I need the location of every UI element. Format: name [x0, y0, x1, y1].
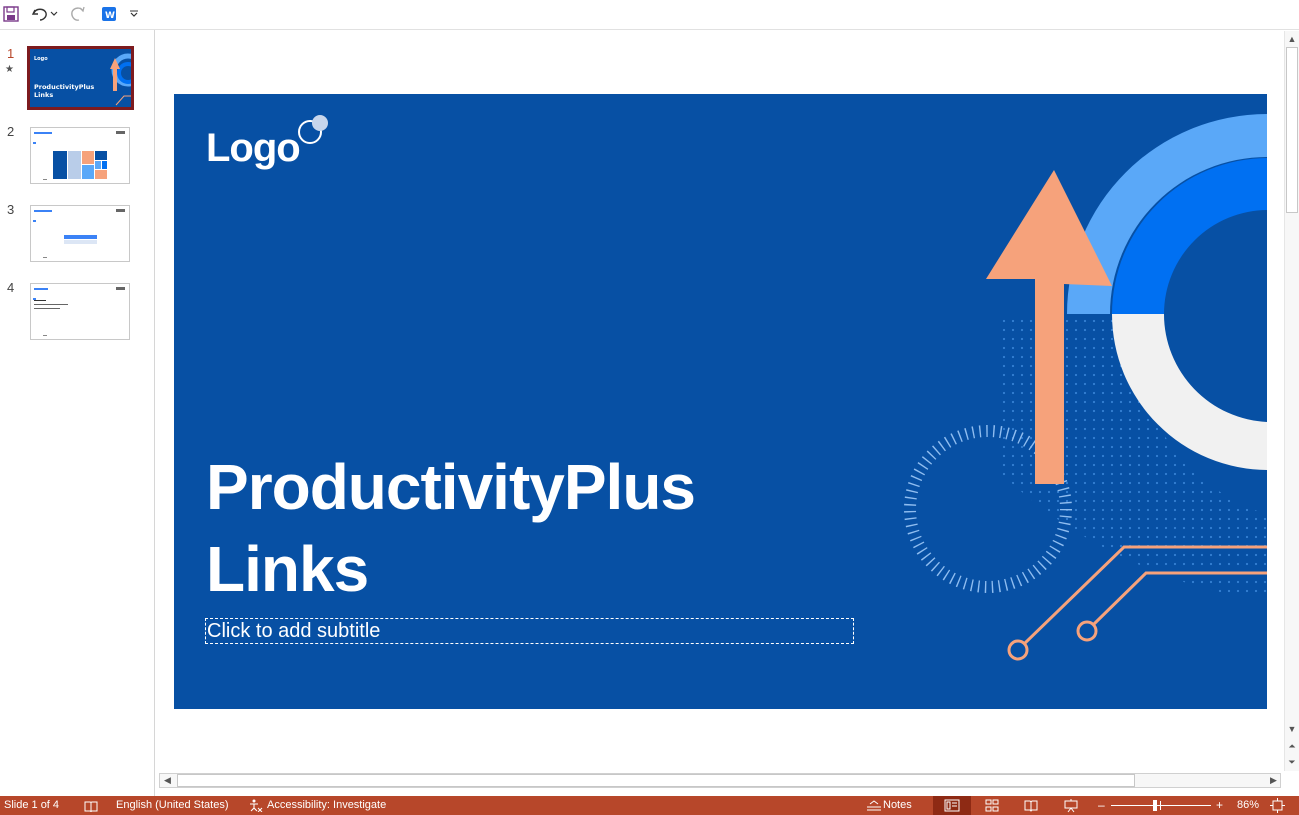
reading-view-icon [1024, 800, 1038, 812]
quick-access-toolbar: W [0, 0, 1299, 30]
spelling-book-icon[interactable] [84, 796, 98, 815]
slide-title[interactable]: ProductivityPlus Links [206, 446, 696, 610]
app-addin-icon[interactable]: W [99, 4, 119, 24]
thumbnail-slide-3[interactable] [30, 205, 130, 262]
scroll-left-icon[interactable]: ◀ [161, 774, 174, 787]
scroll-up-icon[interactable]: ▲ [1286, 33, 1298, 45]
slide-thumbnails-pane: 1 ★ Logo ProductivityPlus Links 2 3 4 [0, 30, 155, 796]
slideshow-view-button[interactable] [1052, 796, 1090, 815]
animation-star-icon: ★ [5, 64, 14, 75]
scroll-down-icon[interactable]: ▼ [1286, 723, 1298, 735]
thumbnail-slide-1[interactable]: Logo ProductivityPlus Links [27, 46, 134, 110]
slide-sorter-icon [985, 799, 999, 812]
zoom-slider[interactable] [1111, 796, 1211, 815]
circuit-node-1 [1007, 639, 1029, 661]
zoom-in-button[interactable]: + [1216, 796, 1223, 815]
svg-text:ProductivityPlus: ProductivityPlus [34, 83, 94, 91]
language-indicator[interactable]: English (United States) [116, 796, 229, 815]
svg-text:Links: Links [34, 91, 53, 99]
thumbnail-slide-2[interactable] [30, 127, 130, 184]
customize-dropdown-icon[interactable] [127, 4, 141, 24]
title-line-1: ProductivityPlus [206, 451, 696, 523]
notes-button[interactable]: Notes [883, 796, 912, 815]
undo-dropdown-icon[interactable] [48, 4, 60, 24]
svg-text:W: W [105, 11, 115, 21]
save-icon[interactable] [1, 4, 21, 24]
fit-slide-icon[interactable] [1270, 796, 1285, 815]
thumbnail-number: 2 [7, 124, 15, 139]
normal-view-icon [944, 799, 960, 812]
slideshow-icon [1064, 798, 1078, 812]
zoom-level[interactable]: 86% [1237, 796, 1259, 815]
slide-counter[interactable]: Slide 1 of 4 [4, 796, 59, 815]
thumbnail-number: 3 [7, 202, 15, 217]
title-line-2: Links [206, 533, 369, 605]
normal-view-button[interactable] [933, 796, 971, 815]
thumbnail-number: 1 [7, 46, 15, 61]
undo-icon[interactable] [30, 4, 50, 24]
thumbnail-slide-4[interactable] [30, 283, 130, 340]
thumbnail-number: 4 [7, 280, 15, 295]
zoom-out-button[interactable]: – [1098, 796, 1105, 815]
previous-slide-icon[interactable]: ⏶ [1286, 740, 1298, 752]
zoom-slider-thumb[interactable] [1153, 800, 1157, 811]
horizontal-scroll-thumb[interactable] [177, 774, 1135, 787]
next-slide-icon[interactable]: ⏷ [1286, 756, 1298, 768]
subtitle-placeholder[interactable]: Click to add subtitle [205, 618, 854, 644]
slide-sorter-view-button[interactable] [973, 796, 1011, 815]
notes-icon[interactable] [866, 796, 882, 815]
accessibility-status[interactable]: Accessibility: Investigate [267, 796, 386, 815]
redo-icon[interactable] [68, 4, 88, 24]
circuit-node-2 [1076, 620, 1098, 642]
accessibility-icon[interactable] [248, 796, 263, 815]
scroll-right-icon[interactable]: ▶ [1267, 774, 1280, 787]
slide-canvas[interactable]: Logo ProductivityPlus Links Click to add… [174, 94, 1267, 709]
logo: Logo [206, 126, 301, 170]
slide-decoration [298, 114, 1267, 661]
reading-view-button[interactable] [1012, 796, 1050, 815]
svg-text:Logo: Logo [34, 56, 48, 62]
status-bar: Slide 1 of 4 English (United States) Acc… [0, 796, 1299, 815]
vertical-scroll-thumb[interactable] [1286, 47, 1298, 213]
logo-dot [312, 115, 328, 131]
